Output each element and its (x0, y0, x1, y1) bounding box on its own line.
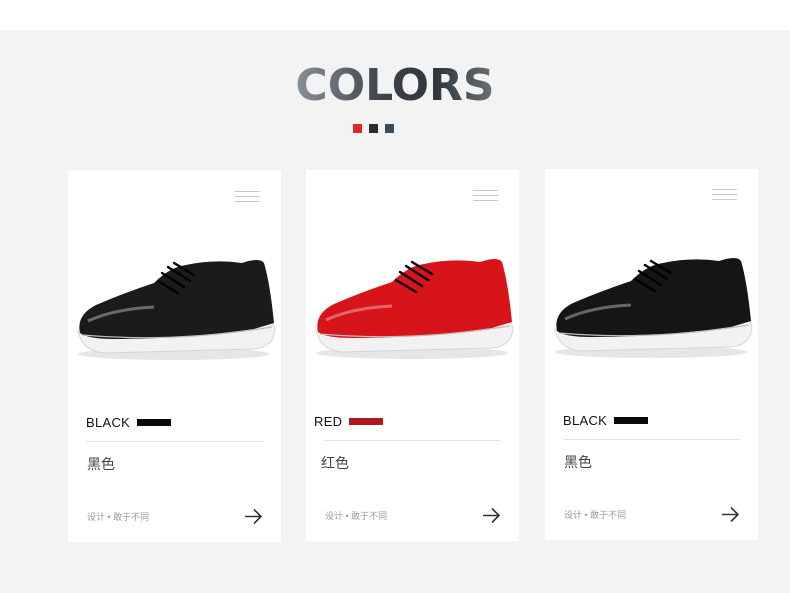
page-title-text: COLORS (295, 60, 495, 111)
tagline: 设计 • 敢于不同 (87, 512, 150, 522)
divider (324, 440, 501, 441)
color-name-cn: 黑色 (564, 454, 592, 470)
arrow-right-icon[interactable] (244, 508, 263, 525)
color-name-row: RED (314, 414, 384, 429)
menu-lines-icon[interactable] (235, 191, 260, 206)
product-card-red[interactable]: RED 红色 设计 • 敢于不同 (306, 170, 519, 541)
tagline: 设计 • 敢于不同 (325, 511, 388, 521)
color-bar (349, 418, 384, 425)
tagline: 设计 • 敢于不同 (564, 510, 627, 520)
swatch-red (353, 124, 362, 133)
top-scalloped-band (0, 0, 790, 30)
color-bar (137, 419, 172, 426)
color-bar (614, 417, 649, 424)
shoe-image (77, 260, 276, 360)
menu-lines-icon[interactable] (712, 189, 737, 204)
shoe-image (315, 259, 514, 359)
color-swatches (353, 124, 394, 133)
menu-lines-icon[interactable] (473, 190, 498, 205)
color-name-en: BLACK (563, 413, 608, 428)
arrow-right-icon[interactable] (721, 506, 740, 523)
color-name-row: BLACK (563, 413, 649, 428)
page-title: COLORS (0, 60, 790, 111)
scallop-edge (0, 20, 790, 30)
swatch-black (369, 124, 378, 133)
color-name-cn: 黑色 (87, 456, 115, 472)
color-name-en: RED (314, 414, 343, 429)
color-name-en: BLACK (86, 415, 131, 430)
color-name-cn: 红色 (321, 455, 349, 471)
swatch-slate (385, 124, 394, 133)
product-card-black-1[interactable]: BLACK 黑色 设计 • 敢于不同 (68, 171, 281, 542)
color-name-row: BLACK (86, 415, 172, 430)
shoe-image (554, 258, 753, 358)
divider (563, 439, 740, 440)
arrow-right-icon[interactable] (482, 507, 501, 524)
product-card-black-2[interactable]: BLACK 黑色 设计 • 敢于不同 (545, 169, 758, 540)
divider (86, 441, 263, 442)
